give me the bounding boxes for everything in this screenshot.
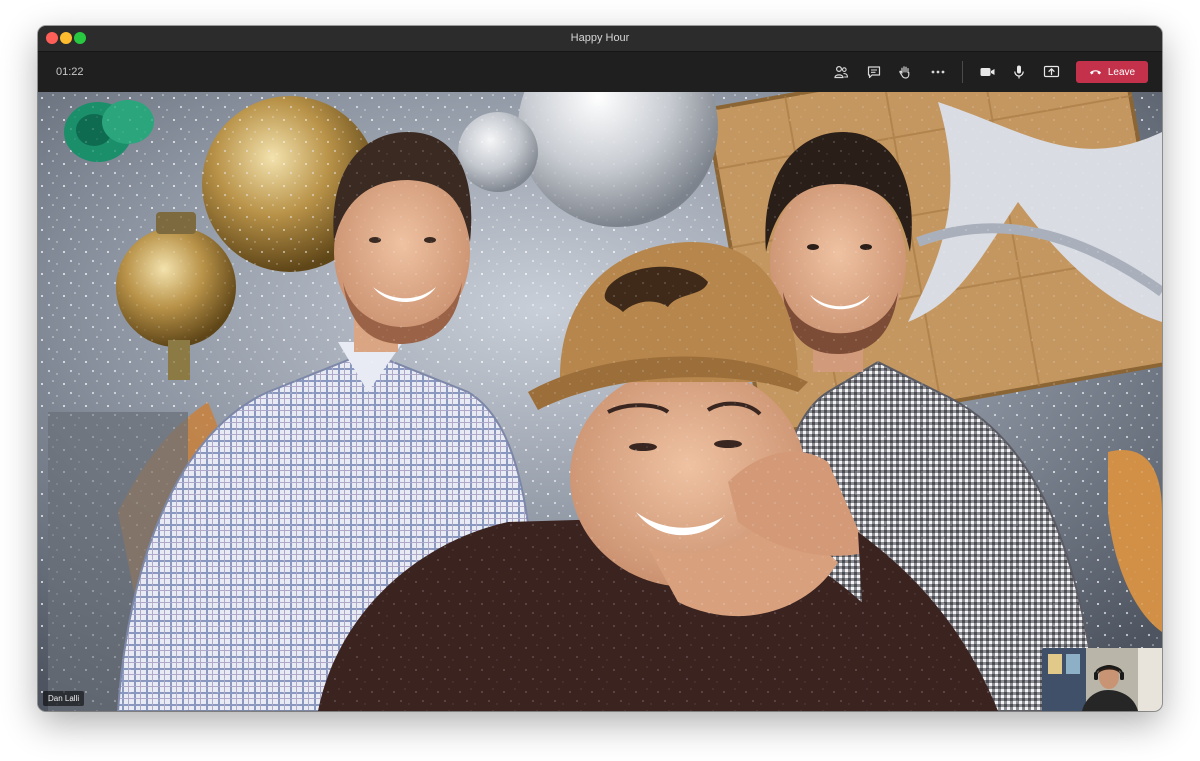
raise-hand-icon [899, 66, 910, 79]
microphone-toggle-button[interactable] [1007, 60, 1031, 84]
title-bar: Happy Hour [38, 26, 1162, 52]
microphone-icon [1014, 65, 1024, 79]
main-video-feed: Dan Lalli [38, 92, 1162, 711]
camera-icon [980, 68, 994, 76]
chat-icon [867, 66, 881, 79]
participant-name-tag: Dan Lalli [43, 691, 85, 706]
more-options-button[interactable] [926, 60, 950, 84]
leave-button[interactable]: Leave [1076, 61, 1148, 83]
more-options-icon [931, 70, 945, 74]
chat-button[interactable] [862, 60, 886, 84]
hang-up-icon [1089, 70, 1101, 75]
self-view-thumbnail[interactable] [1042, 648, 1162, 711]
meeting-toolbar: 01:22 Leave [38, 52, 1162, 92]
meeting-timer: 01:22 [56, 66, 84, 78]
participant-video-frame [38, 92, 1162, 711]
raise-hand-button[interactable] [893, 60, 917, 84]
participants-button[interactable] [829, 60, 853, 84]
teams-meeting-window: Happy Hour 01:22 Leave Dan Lalli [38, 26, 1162, 711]
share-screen-button[interactable] [1039, 60, 1063, 84]
leave-label: Leave [1107, 66, 1136, 78]
toolbar-divider [962, 61, 963, 83]
participants-icon [834, 65, 849, 79]
window-title: Happy Hour [570, 32, 630, 44]
share-screen-icon [1043, 65, 1059, 78]
self-view-video [1042, 648, 1162, 711]
camera-toggle-button[interactable] [975, 60, 999, 84]
